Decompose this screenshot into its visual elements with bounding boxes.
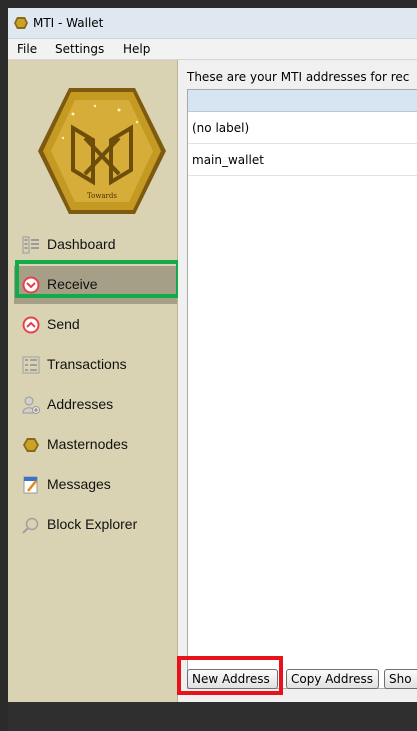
messages-icon bbox=[23, 476, 38, 494]
address-table: (no label) main_wallet bbox=[187, 89, 417, 689]
mti-emblem-logo: Towards bbox=[38, 88, 166, 214]
sidebar-item-label: Messages bbox=[47, 476, 111, 492]
new-address-highlight-box bbox=[177, 656, 283, 695]
menu-bar: File Settings Help bbox=[8, 39, 417, 60]
table-row[interactable]: main_wallet bbox=[188, 144, 417, 176]
table-row[interactable]: (no label) bbox=[188, 112, 417, 144]
sidebar-item-label: Addresses bbox=[47, 396, 114, 412]
menu-help[interactable]: Help bbox=[123, 42, 150, 56]
copy-address-button[interactable]: Copy Address bbox=[286, 669, 379, 689]
sidebar-item-label: Transactions bbox=[47, 356, 127, 372]
show-button[interactable]: Sho bbox=[384, 669, 417, 689]
sidebar-item-masternodes[interactable]: Masternodes bbox=[14, 426, 177, 464]
dashboard-icon bbox=[22, 236, 39, 254]
send-icon bbox=[22, 316, 40, 334]
table-header bbox=[188, 90, 417, 112]
transactions-icon bbox=[22, 356, 40, 374]
address-label-cell: (no label) bbox=[192, 121, 250, 135]
sidebar: Towards Dashboard Receive Send Transacti… bbox=[8, 60, 178, 702]
masternodes-icon bbox=[23, 438, 39, 452]
sidebar-item-label: Block Explorer bbox=[47, 516, 138, 532]
menu-settings[interactable]: Settings bbox=[55, 42, 104, 56]
sidebar-item-messages[interactable]: Messages bbox=[14, 466, 177, 504]
sidebar-item-label: Dashboard bbox=[47, 236, 116, 252]
sidebar-item-label: Send bbox=[47, 316, 80, 332]
sidebar-item-label: Masternodes bbox=[47, 436, 128, 452]
sidebar-item-transactions[interactable]: Transactions bbox=[14, 346, 177, 384]
addresses-icon bbox=[22, 396, 40, 414]
window-title: MTI - Wallet bbox=[33, 16, 104, 30]
sidebar-item-send[interactable]: Send bbox=[14, 306, 177, 344]
receive-highlight-box bbox=[15, 260, 180, 298]
menu-file[interactable]: File bbox=[17, 42, 37, 56]
address-label-cell: main_wallet bbox=[192, 153, 264, 167]
window-titlebar: MTI - Wallet bbox=[8, 8, 417, 39]
status-bar bbox=[8, 702, 417, 731]
emblem-text: Towards bbox=[87, 192, 117, 200]
sidebar-item-addresses[interactable]: Addresses bbox=[14, 386, 177, 424]
receive-description: These are your MTI addresses for rec bbox=[187, 70, 410, 84]
search-icon bbox=[22, 517, 39, 534]
receive-panel: These are your MTI addresses for rec (no… bbox=[178, 60, 417, 702]
sidebar-item-block-explorer[interactable]: Block Explorer bbox=[14, 506, 177, 544]
app-logo-icon bbox=[14, 17, 28, 29]
sidebar-item-dashboard[interactable]: Dashboard bbox=[14, 226, 177, 264]
